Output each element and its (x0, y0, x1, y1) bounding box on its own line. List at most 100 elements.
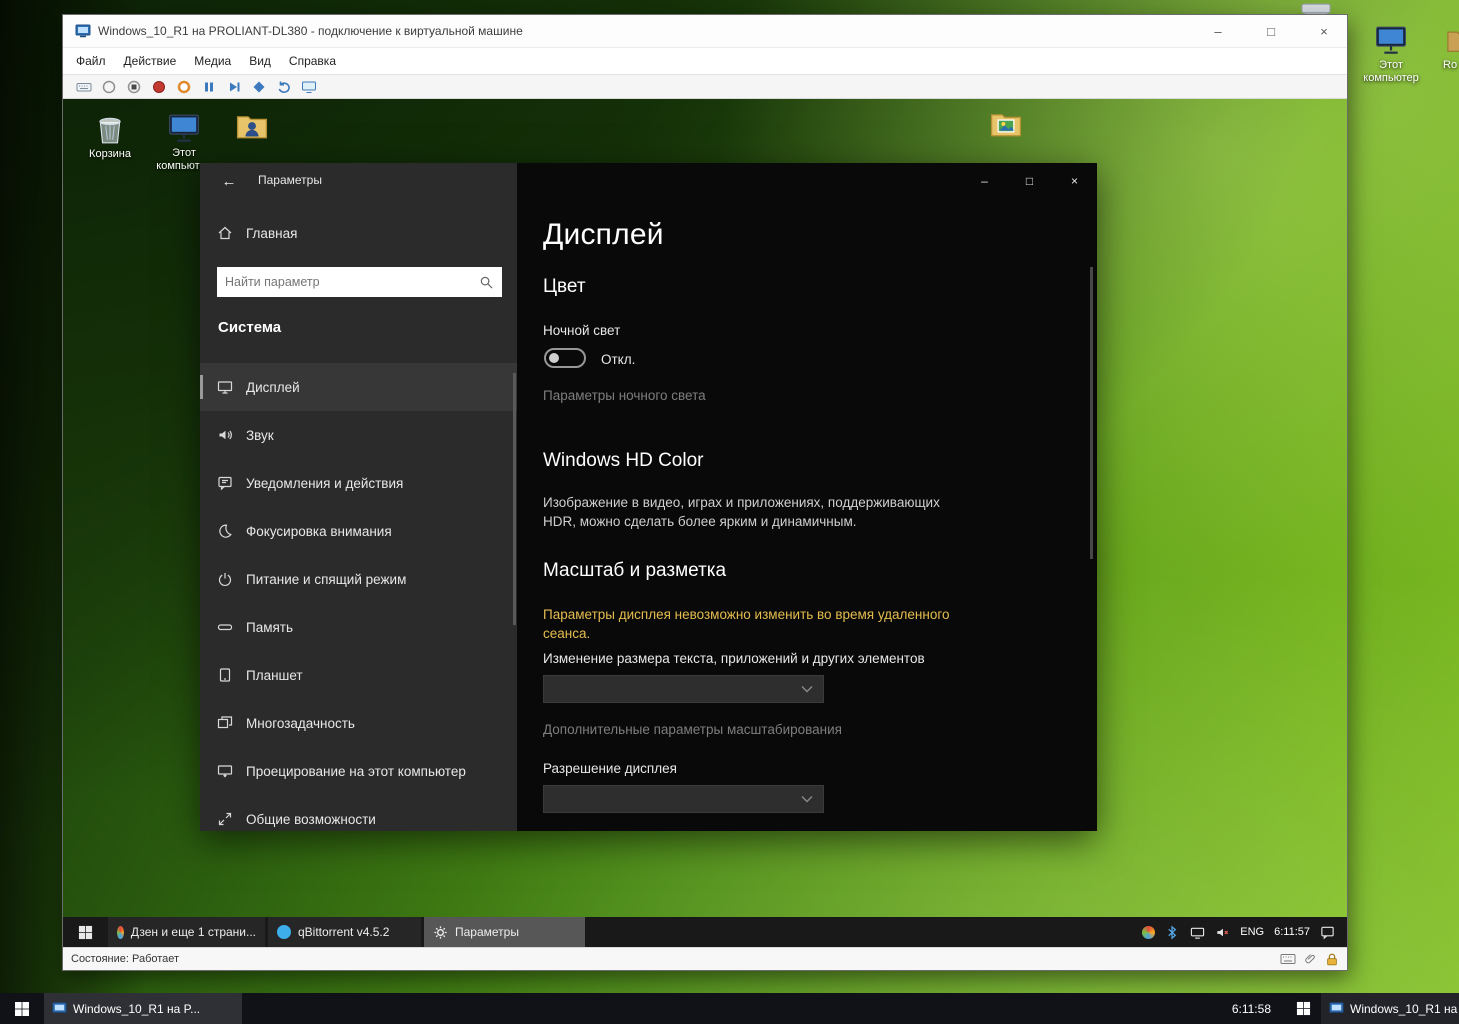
settings-maximize-button[interactable]: □ (1007, 163, 1052, 199)
host-start-button[interactable] (0, 993, 44, 1024)
sidebar-item-multitasking[interactable]: Многозадачность (200, 699, 517, 747)
tablet-icon (217, 667, 233, 683)
computer-icon (167, 113, 201, 144)
host-desktop-icon-computer[interactable]: Этот компьютер (1359, 25, 1423, 85)
scale-label: Изменение размера текста, приложений и д… (543, 650, 925, 669)
menu-view[interactable]: Вид (240, 50, 280, 72)
sound-icon (217, 427, 233, 443)
task-label: qBittorrent v4.5.2 (298, 925, 389, 939)
host-taskbar-task-vm[interactable]: Windows_10_R1 на P... (44, 993, 242, 1024)
action-center-icon[interactable] (1320, 925, 1335, 940)
taskbar-task-browser[interactable]: Дзен и еще 1 страни... (108, 917, 265, 947)
start-vm-icon[interactable] (101, 79, 117, 95)
sidebar-scrollbar[interactable] (513, 373, 516, 625)
scale-dropdown[interactable] (543, 675, 824, 703)
sidebar-item-notifications[interactable]: Уведомления и действия (200, 459, 517, 507)
sidebar-item-home[interactable]: Главная (217, 225, 297, 241)
ctrl-alt-del-icon[interactable] (76, 79, 92, 95)
keyboard-icon (1280, 953, 1296, 965)
enhanced-session-icon[interactable] (301, 79, 317, 95)
lock-icon (1325, 952, 1339, 967)
settings-minimize-button[interactable]: – (962, 163, 1007, 199)
night-light-toggle[interactable] (544, 348, 586, 368)
search-icon[interactable] (479, 275, 502, 290)
menu-action[interactable]: Действие (115, 50, 186, 72)
remote-session-warning: Параметры дисплея невозможно изменить во… (543, 606, 985, 643)
vm-window-titlebar: Windows_10_R1 на PROLIANT-DL380 - подклю… (63, 15, 1347, 48)
settings-close-button[interactable]: × (1052, 163, 1097, 199)
save-state-icon[interactable] (176, 79, 192, 95)
power-icon (217, 571, 233, 587)
multitasking-icon (217, 715, 233, 731)
hdr-description: Изображение в видео, играх и приложениях… (543, 494, 973, 531)
vm-desktop-icon-recycle-bin[interactable]: Корзина (77, 113, 143, 161)
icon-label: Этот компьютер (1359, 59, 1423, 85)
user-folder-icon (235, 109, 269, 143)
sidebar-item-sound[interactable]: Звук (200, 411, 517, 459)
sidebar-item-label: Дисплей (246, 380, 300, 395)
reset-icon[interactable] (226, 79, 242, 95)
host-taskbar-right: 6:11:58 Windows_10_R1 на P... (1218, 993, 1459, 1024)
icon-label: Корзина (89, 148, 131, 161)
sidebar-item-power[interactable]: Питание и спящий режим (200, 555, 517, 603)
host-clock[interactable]: 6:11:58 (1218, 993, 1285, 1024)
settings-window: ← Параметры Главная Система (200, 163, 1097, 831)
vm-connection-window: Windows_10_R1 на PROLIANT-DL380 - подклю… (63, 15, 1347, 970)
display-tray-icon[interactable] (1190, 925, 1205, 940)
sidebar-item-display[interactable]: Дисплей (200, 363, 517, 411)
sidebar-item-storage[interactable]: Память (200, 603, 517, 651)
volume-muted-icon[interactable] (1215, 925, 1230, 940)
menu-media[interactable]: Медиа (185, 50, 240, 72)
vm-close-button[interactable]: × (1301, 15, 1347, 47)
language-indicator[interactable]: ENG (1240, 926, 1264, 938)
sidebar-item-focus[interactable]: Фокусировка внимания (200, 507, 517, 555)
vm-system-tray: ENG 6:11:57 (1142, 917, 1347, 947)
vm-screen: Корзина Этот компьютер ← Параметры (63, 99, 1347, 947)
back-button[interactable]: ← (212, 167, 246, 195)
night-light-label: Ночной свет (543, 322, 620, 341)
photos-folder-icon (989, 107, 1023, 141)
night-light-settings-link[interactable]: Параметры ночного света (543, 387, 706, 406)
chevron-down-icon (801, 685, 813, 693)
search-input[interactable] (217, 275, 479, 289)
menu-help[interactable]: Справка (280, 50, 345, 72)
sidebar-item-tablet[interactable]: Планшет (200, 651, 517, 699)
advanced-scaling-link[interactable]: Дополнительные параметры масштабирования (543, 721, 842, 740)
checkpoint-icon[interactable] (251, 79, 267, 95)
task-label: Windows_10_R1 на P... (73, 1002, 200, 1016)
content-scrollbar[interactable] (1090, 267, 1093, 559)
vm-minimize-button[interactable]: – (1195, 15, 1241, 47)
resolution-dropdown[interactable] (543, 785, 824, 813)
chevron-down-icon (801, 795, 813, 803)
vm-window-icon (75, 23, 91, 39)
revert-icon[interactable] (276, 79, 292, 95)
gear-icon (433, 925, 448, 940)
vm-desktop-icon-photos-folder[interactable] (979, 107, 1033, 141)
vm-status-text: Состояние: Работает (71, 953, 179, 965)
turn-off-icon[interactable] (126, 79, 142, 95)
vm-desktop-icon-user-folder[interactable] (225, 109, 279, 143)
sidebar-item-projecting[interactable]: Проецирование на этот компьютер (200, 747, 517, 795)
projecting-icon (217, 763, 233, 779)
menu-file[interactable]: Файл (67, 50, 115, 72)
host-secondary-start-button[interactable] (1285, 993, 1321, 1024)
bluetooth-icon[interactable] (1165, 925, 1180, 940)
vm-app-icon (1329, 1001, 1344, 1016)
sidebar-section-title: Система (218, 319, 281, 336)
shutdown-icon[interactable] (151, 79, 167, 95)
paperclip-icon (1304, 952, 1317, 966)
clock[interactable]: 6:11:57 (1274, 926, 1310, 938)
sidebar-item-shared-experiences[interactable]: Общие возможности (200, 795, 517, 843)
toggle-knob (549, 353, 559, 363)
vm-maximize-button[interactable]: □ (1248, 15, 1294, 47)
shared-experiences-icon (217, 811, 233, 827)
host-taskbar-task-vm2[interactable]: Windows_10_R1 на P... (1321, 993, 1459, 1024)
vm-start-button[interactable] (63, 917, 108, 947)
host-desktop-partial-right-icon[interactable]: Ro (1437, 25, 1459, 72)
taskbar-task-qbittorrent[interactable]: qBittorrent v4.5.2 (268, 917, 421, 947)
vm-toolbar (63, 74, 1347, 99)
tray-app-icon[interactable] (1142, 926, 1155, 939)
sidebar-item-label: Память (246, 620, 293, 635)
taskbar-task-settings[interactable]: Параметры (424, 917, 585, 947)
pause-icon[interactable] (201, 79, 217, 95)
